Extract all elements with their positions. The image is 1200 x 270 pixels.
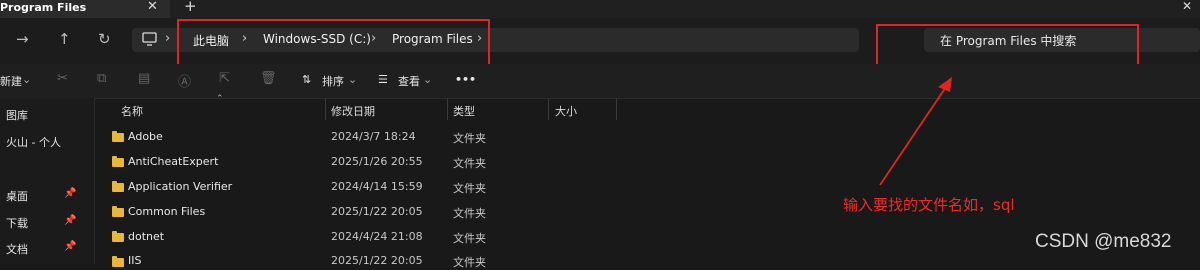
annotation-arrow [879, 77, 952, 186]
annotation-text: 输入要找的文件名如，sql [843, 196, 1015, 214]
watermark: CSDN @me832 [1035, 231, 1172, 252]
